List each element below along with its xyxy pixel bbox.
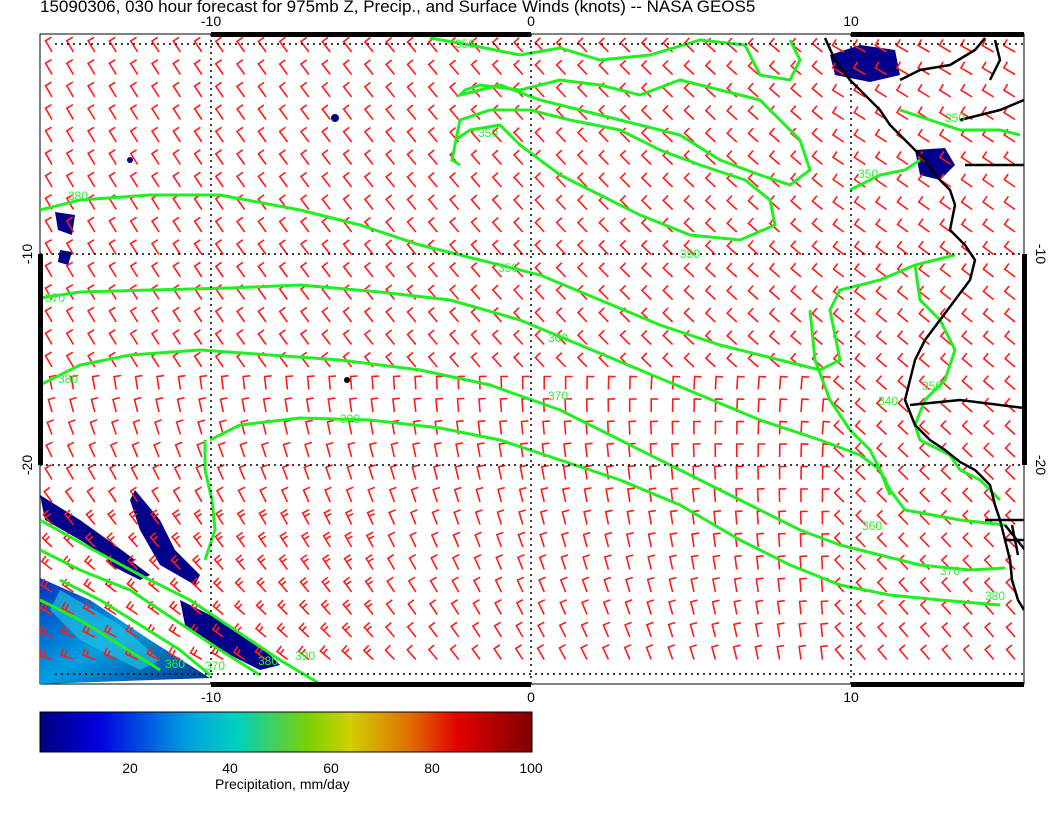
contour-label: 370 (205, 659, 225, 673)
colorbar-tick: 20 (122, 760, 138, 776)
contour-label: 350 (922, 379, 942, 393)
lon-tick-bottom: 0 (527, 689, 535, 705)
colorbar-tick: 100 (519, 760, 543, 776)
contour-label: 370 (548, 389, 568, 403)
lon-tick-bottom: 10 (843, 689, 859, 705)
contour-label: 350 (455, 37, 475, 51)
contour-label: 380 (985, 589, 1005, 603)
lat-tick-right: -20 (1033, 455, 1049, 475)
colorbar-tick: 40 (222, 760, 238, 776)
contour-label: 380 (258, 654, 278, 668)
contour-label: 390 (295, 649, 315, 663)
contour-label: 360 (862, 519, 882, 533)
lat-tick-right: -10 (1033, 244, 1049, 264)
contour-label: 350 (945, 111, 965, 125)
precip-colorbar (39, 711, 533, 753)
contour-label: 350 (858, 167, 878, 181)
contour-label: 350 (680, 247, 700, 261)
contour-label: 360 (548, 331, 568, 345)
contour-label: 390 (340, 412, 360, 426)
contour-label: 350 (478, 126, 498, 140)
colorbar-tick: 60 (323, 760, 339, 776)
forecast-map: -10 0 10 -10 0 10 -10 -20 -10 -20 350 35… (19, 13, 1049, 753)
colorbar-tick: 80 (424, 760, 440, 776)
lat-tick-left: -10 (19, 244, 35, 264)
lon-tick-top: -10 (201, 13, 221, 29)
contour-label: 380 (68, 189, 88, 203)
contour-label: 380 (58, 372, 78, 386)
lat-tick-left: -20 (19, 455, 35, 475)
contour-label: 370 (940, 564, 960, 578)
lon-tick-top: 10 (843, 13, 859, 29)
contour-label: 340 (878, 394, 898, 408)
lon-tick-top: 0 (527, 13, 535, 29)
colorbar-title: Precipitation, mm/day (215, 776, 350, 792)
contour-label: 360 (165, 657, 185, 671)
lon-tick-bottom: -10 (201, 689, 221, 705)
contour-label: 350 (498, 261, 518, 275)
contour-label: 370 (45, 291, 65, 305)
